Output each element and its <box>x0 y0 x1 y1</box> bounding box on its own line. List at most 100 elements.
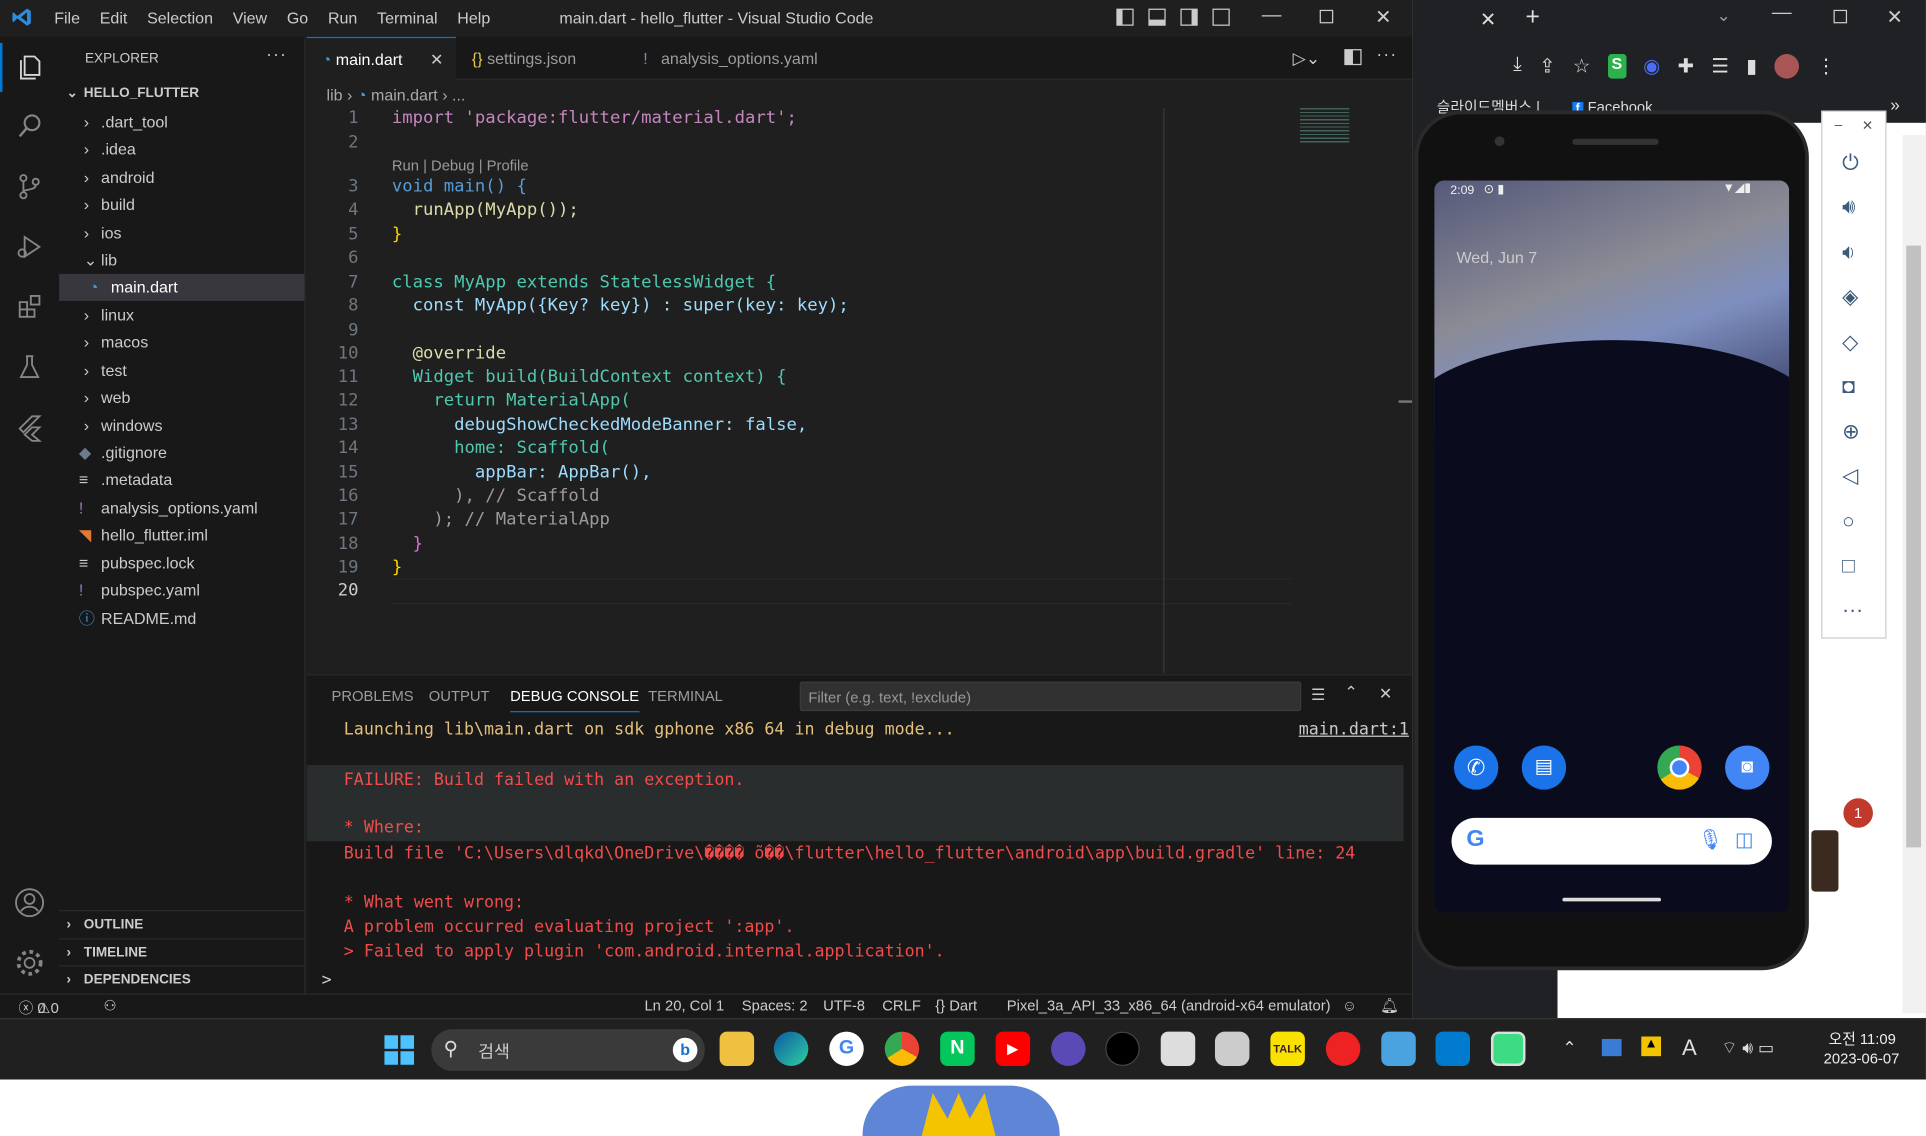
windows-start-icon[interactable] <box>384 1035 415 1065</box>
tab-problems[interactable]: PROBLEMS <box>331 688 413 705</box>
tree-folder-build[interactable]: › build <box>59 192 304 219</box>
testing-icon[interactable] <box>0 343 59 392</box>
install-app-icon[interactable]: ⤓ <box>1513 54 1522 79</box>
home-icon[interactable]: ○ <box>1842 510 1855 535</box>
vscode-taskbar-icon[interactable] <box>1435 1031 1471 1066</box>
toggle-panel-icon[interactable] <box>1148 8 1166 26</box>
device-selector[interactable]: Pixel_3a_API_33_x86_64 (android-x64 emul… <box>1007 997 1331 1014</box>
lens-icon[interactable]: ◫ <box>1735 828 1754 853</box>
tree-file-readme[interactable]: ⓘ README.md <box>59 605 304 632</box>
taskbar-search[interactable]: ⚲ 검색 b <box>431 1029 705 1071</box>
minimap[interactable] <box>1299 108 1350 145</box>
tab-analysis-options[interactable]: ! analysis_options.yaml <box>621 37 843 80</box>
project-folder[interactable]: ⌄ HELLO_FLUTTER <box>67 85 199 101</box>
android-studio-icon[interactable] <box>1490 1031 1526 1066</box>
problems-indicator[interactable]: ⓧ 0 ⚠ 0 <box>18 997 58 1018</box>
tree-file-main-dart[interactable]: ◔ main.dart <box>59 273 305 301</box>
volume-down-icon[interactable]: 🔉︎ <box>1842 241 1855 266</box>
more-options-icon[interactable]: ··· <box>1842 598 1863 623</box>
menu-view[interactable]: View <box>233 9 267 27</box>
filter-input[interactable]: Filter (e.g. text, !exclude) <box>799 681 1302 712</box>
extension-s-icon[interactable]: S <box>1607 54 1626 79</box>
new-tab-icon[interactable]: + <box>1525 4 1539 32</box>
breadcrumb-file[interactable]: main.dart <box>371 86 438 104</box>
tree-folder-dart-tool[interactable]: › .dart_tool <box>59 109 304 136</box>
cursor-position[interactable]: Ln 20, Col 1 <box>644 997 724 1014</box>
split-editor-icon[interactable] <box>1344 49 1362 66</box>
tree-file-pubspec-yaml[interactable]: ! pubspec.yaml <box>59 577 304 604</box>
scrollbar-thumb[interactable] <box>1906 245 1921 848</box>
mic-icon[interactable]: 🎙︎ <box>1698 828 1723 853</box>
menu-help[interactable]: Help <box>457 9 490 27</box>
search-icon[interactable] <box>0 102 59 151</box>
kakaotalk-icon[interactable]: TALK <box>1270 1031 1305 1066</box>
tree-folder-linux[interactable]: › linux <box>59 302 304 329</box>
tree-folder-lib[interactable]: ⌄ lib <box>59 247 304 274</box>
camera-app-icon[interactable]: ◙ <box>1725 745 1770 790</box>
phone-date[interactable]: Wed, Jun 7 <box>1456 248 1537 266</box>
language-mode[interactable]: {} Dart <box>935 997 977 1014</box>
menu-selection[interactable]: Selection <box>147 9 213 27</box>
reading-list-icon[interactable]: ☰ <box>1711 54 1729 79</box>
source-link[interactable]: main.dart:1 <box>1299 720 1409 740</box>
section-dependencies[interactable]: › DEPENDENCIES <box>59 965 305 992</box>
close-icon[interactable]: ✕ <box>1886 5 1903 30</box>
clock-time[interactable]: 오전 11:09 <box>1829 1028 1896 1049</box>
menu-terminal[interactable]: Terminal <box>377 9 438 27</box>
explorer-icon[interactable] <box>0 42 59 93</box>
chrome-app-icon[interactable] <box>1657 745 1702 790</box>
tree-folder-web[interactable]: › web <box>59 384 304 411</box>
maximize-icon[interactable] <box>1319 9 1334 24</box>
tree-folder-android[interactable]: › android <box>59 165 304 192</box>
clock-date[interactable]: 2023-06-07 <box>1824 1050 1900 1067</box>
app-icon[interactable] <box>1051 1031 1086 1066</box>
maximize-panel-icon[interactable]: ⌃ <box>1344 683 1357 703</box>
google-search-bar[interactable]: G 🎙︎ ◫ <box>1451 817 1772 865</box>
edge-icon[interactable] <box>773 1031 809 1066</box>
wifi-volume-battery-icon[interactable]: ⌔ 🔊︎ ▭ <box>1721 1038 1774 1060</box>
tab-main-dart[interactable]: ◔ main.dart ✕ <box>306 36 456 82</box>
run-icon[interactable]: ▷⌄ <box>1293 48 1321 69</box>
volume-up-icon[interactable]: 🔊︎ <box>1842 195 1855 220</box>
extensions-icon[interactable] <box>0 282 59 331</box>
menu-file[interactable]: File <box>54 9 80 27</box>
close-panel-icon[interactable]: ✕ <box>1379 684 1392 704</box>
messages-app-icon[interactable]: ▤ <box>1521 745 1567 790</box>
black-circle-app-icon[interactable] <box>1105 1031 1140 1066</box>
tab-settings-json[interactable]: {} settings.json <box>457 37 620 80</box>
emulator-close-icon[interactable]: ✕ <box>1862 118 1873 134</box>
extension-circle-icon[interactable]: ◉ <box>1643 54 1660 79</box>
toggle-secondary-sidebar-icon[interactable] <box>1180 8 1198 26</box>
rotate-right-icon[interactable]: ◇ <box>1842 330 1858 355</box>
customize-layout-icon[interactable] <box>1212 8 1230 26</box>
tab-output[interactable]: OUTPUT <box>429 688 490 705</box>
menu-go[interactable]: Go <box>287 9 308 27</box>
side-panel-icon[interactable]: ▮ <box>1746 54 1757 79</box>
chrome-menu-icon[interactable]: ⋮ <box>1816 54 1836 79</box>
settings-gear-icon[interactable] <box>0 938 59 987</box>
tree-file-gitignore[interactable]: ◆ .gitignore <box>59 440 304 467</box>
back-icon[interactable]: ◁ <box>1842 464 1858 489</box>
tab-debug-console[interactable]: DEBUG CONSOLE <box>510 688 640 713</box>
breadcrumb-symbol[interactable]: ... <box>452 86 465 104</box>
flutter-icon[interactable] <box>0 403 59 452</box>
ime-icon[interactable]: A <box>1682 1035 1697 1061</box>
section-timeline[interactable]: › TIMELINE <box>59 938 305 965</box>
tree-folder-ios[interactable]: › ios <box>59 220 304 247</box>
file-explorer-icon[interactable] <box>719 1031 755 1066</box>
restore-icon[interactable] <box>1833 9 1848 24</box>
snipping-tool-icon[interactable] <box>1160 1031 1196 1066</box>
tray-app-icon[interactable] <box>1601 1038 1622 1057</box>
screenshot-camera-icon[interactable]: ◘ <box>1842 375 1855 400</box>
section-outline[interactable]: › OUTLINE <box>59 910 305 937</box>
character-app-icon[interactable] <box>1214 1031 1250 1066</box>
indentation[interactable]: Spaces: 2 <box>742 997 808 1014</box>
code-editor[interactable]: 1 2 3 4 5 6 7 8 9 10 11 12 13 14 15 16 1… <box>307 108 1413 673</box>
close-tab-icon[interactable]: ✕ <box>1480 7 1497 32</box>
tray-chevron-up-icon[interactable]: ⌃ <box>1562 1038 1576 1059</box>
line-ending[interactable]: CRLF <box>882 997 921 1014</box>
tree-folder-idea[interactable]: › .idea <box>59 136 304 163</box>
source-control-icon[interactable] <box>0 162 59 211</box>
close-icon[interactable]: ✕ <box>430 38 443 82</box>
clear-console-icon[interactable]: ☰ <box>1311 685 1325 705</box>
